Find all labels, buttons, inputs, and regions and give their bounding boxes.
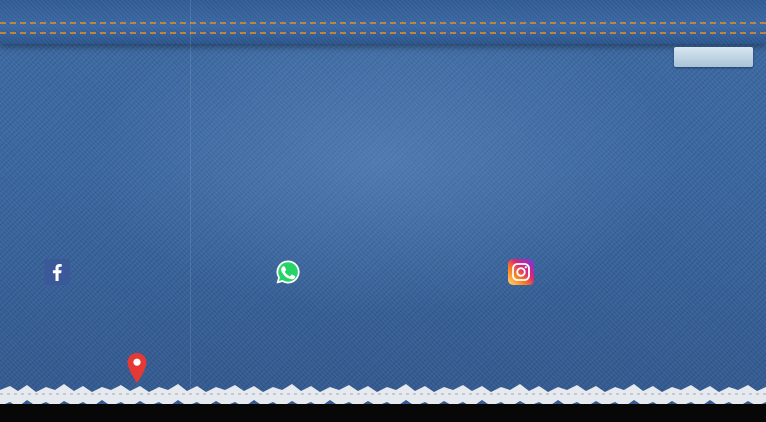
whatsapp-icon[interactable] [275,259,301,285]
facebook-icon[interactable] [44,259,70,285]
bottom-dark-strip [0,404,766,422]
denim-label-patch [674,47,753,67]
card-fold-line [190,0,191,422]
denim-card [0,0,766,422]
stitch-line-top [0,22,766,24]
instagram-icon[interactable] [508,259,534,285]
stitch-line-bottom [0,32,766,34]
